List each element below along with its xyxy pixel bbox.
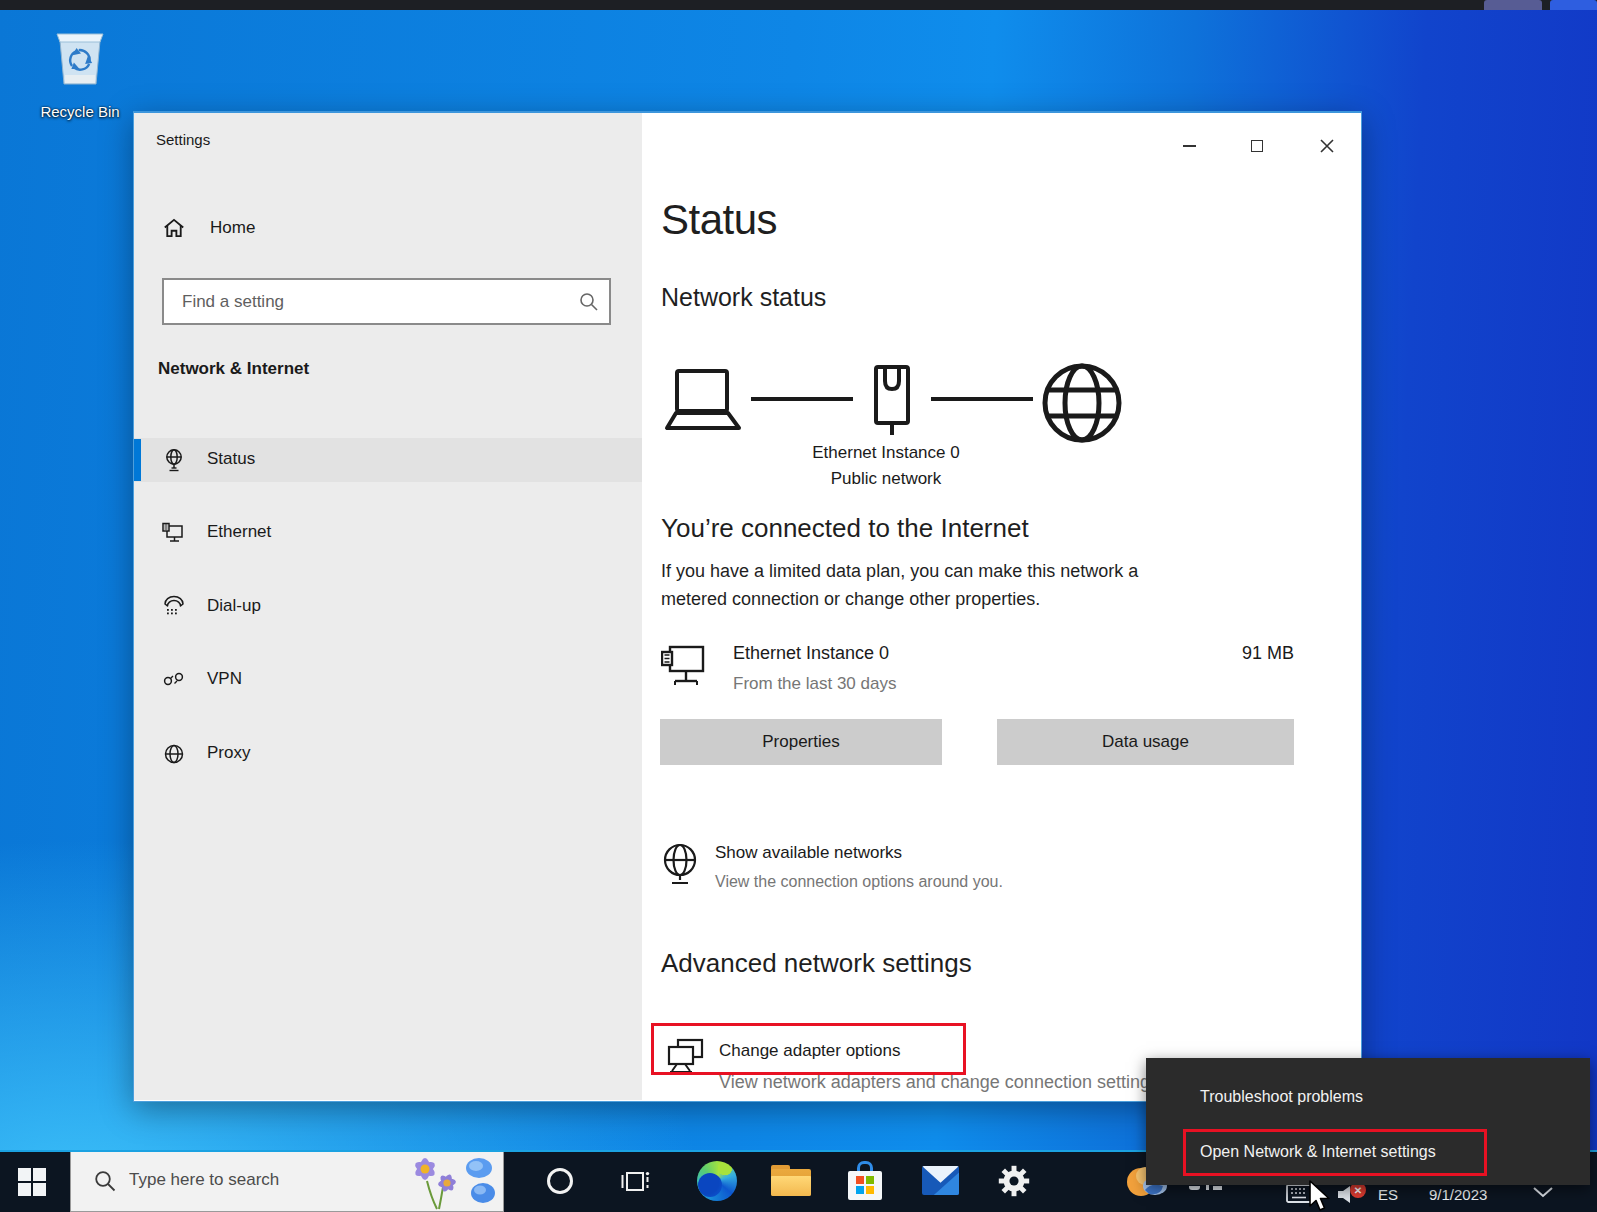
start-button[interactable] <box>14 1164 50 1200</box>
sidebar-item-label: Status <box>207 449 255 469</box>
language-indicator[interactable]: ES <box>1378 1186 1398 1203</box>
properties-button[interactable]: Properties <box>660 719 942 765</box>
maximize-button[interactable] <box>1234 129 1280 163</box>
dialup-icon <box>162 595 186 619</box>
adapter-name: Ethernet Instance 0 <box>733 643 889 664</box>
minimize-button[interactable] <box>1166 129 1212 163</box>
ethernet-adapter-icon <box>661 643 707 701</box>
ethernet-connection-icon <box>861 365 923 445</box>
change-adapter-subtitle: View network adapters and change connect… <box>719 1072 1164 1093</box>
search-highlight-flowers-icon <box>403 1153 501 1210</box>
diagram-link-line <box>931 397 1033 401</box>
data-usage-button[interactable]: Data usage <box>997 719 1294 765</box>
sidebar-item-label: Dial-up <box>207 596 261 616</box>
close-icon <box>1320 139 1334 153</box>
file-explorer-icon[interactable] <box>771 1165 811 1196</box>
cortana-icon <box>547 1168 573 1194</box>
chevron-down-icon[interactable] <box>1532 1187 1554 1198</box>
sidebar-item-ethernet[interactable]: Ethernet <box>134 511 642 555</box>
taskbar-date[interactable]: 9/1/2023 <box>1429 1186 1487 1203</box>
page-title: Status <box>661 196 777 244</box>
window-title: Settings <box>156 131 210 148</box>
laptop-icon <box>664 368 742 436</box>
taskbar-search-icon <box>93 1169 117 1193</box>
settings-search-input[interactable]: Find a setting <box>162 278 611 325</box>
settings-search-placeholder: Find a setting <box>182 292 284 312</box>
adapter-usage: 91 MB <box>1094 643 1294 664</box>
recycle-bin-icon <box>48 26 112 100</box>
network-status-icon <box>162 447 186 473</box>
taskbar-search-input[interactable]: Type here to search <box>70 1152 504 1212</box>
sidebar-item-proxy[interactable]: Proxy <box>134 732 642 776</box>
home-label: Home <box>210 218 255 238</box>
store-grid <box>866 1186 874 1194</box>
search-icon <box>578 291 600 313</box>
sidebar-item-label: Ethernet <box>207 522 271 542</box>
vpn-icon <box>162 670 186 690</box>
connected-body: If you have a limited data plan, you can… <box>661 557 1209 613</box>
hidden-tray-icon-sliver <box>1213 1186 1222 1190</box>
sidebar-item-home[interactable]: Home <box>134 205 642 251</box>
sidebar-item-label: Proxy <box>207 743 250 763</box>
sidebar-item-label: VPN <box>207 669 242 689</box>
close-button[interactable] <box>1304 129 1350 163</box>
network-status-heading: Network status <box>661 283 826 312</box>
diagram-network-type: Public network <box>736 469 1036 489</box>
show-available-networks[interactable]: Show available networks View the connect… <box>654 838 1254 898</box>
store-grid <box>856 1186 864 1194</box>
vm-toolbar-button-active <box>1550 0 1597 10</box>
ethernet-icon <box>161 520 187 546</box>
menu-item-troubleshoot[interactable]: Troubleshoot problems <box>1146 1075 1590 1119</box>
highlight-box-change-adapter <box>651 1023 966 1075</box>
proxy-icon <box>162 742 186 766</box>
sidebar-section-label: Network & Internet <box>158 359 309 379</box>
task-view-icon[interactable] <box>620 1169 650 1195</box>
recycle-bin-shortcut[interactable]: Recycle Bin <box>22 24 138 124</box>
store-body <box>848 1171 882 1200</box>
store-grid <box>856 1176 864 1184</box>
sidebar-item-status[interactable]: Status <box>134 438 642 482</box>
diagram-connection-name: Ethernet Instance 0 <box>736 443 1036 463</box>
windows-logo-icon <box>17 1167 47 1197</box>
taskbar-search-placeholder: Type here to search <box>129 1170 279 1190</box>
screen-top-strip <box>0 0 1597 10</box>
mouse-cursor <box>1308 1180 1334 1212</box>
available-networks-globe-icon <box>660 842 700 888</box>
diagram-link-line <box>751 397 853 401</box>
store-grid <box>866 1176 874 1184</box>
cortana-button[interactable] <box>547 1168 573 1194</box>
home-icon <box>161 215 187 241</box>
advanced-settings-heading: Advanced network settings <box>661 948 972 979</box>
vm-toolbar-button <box>1484 0 1542 10</box>
sidebar-item-vpn[interactable]: VPN <box>134 658 642 702</box>
microsoft-store-icon[interactable] <box>847 1161 883 1201</box>
mail-app-icon[interactable] <box>922 1166 959 1195</box>
settings-window: Settings Home Find a setting Network & I… <box>133 111 1362 1102</box>
highlight-box-open-network-settings <box>1183 1129 1487 1176</box>
hidden-tray-icon-sliver <box>1189 1186 1200 1190</box>
show-networks-subtitle: View the connection options around you. <box>715 873 1003 891</box>
sidebar-item-dialup[interactable]: Dial-up <box>134 585 642 629</box>
settings-gear-icon[interactable] <box>995 1162 1033 1200</box>
connected-heading: You’re connected to the Internet <box>661 513 1029 544</box>
recycle-bin-label: Recycle Bin <box>22 103 138 120</box>
folder-front <box>771 1176 811 1196</box>
adapter-period: From the last 30 days <box>733 674 896 694</box>
edge-browser-icon[interactable] <box>697 1161 737 1201</box>
show-networks-title: Show available networks <box>715 843 902 863</box>
internet-globe-icon <box>1041 362 1123 444</box>
